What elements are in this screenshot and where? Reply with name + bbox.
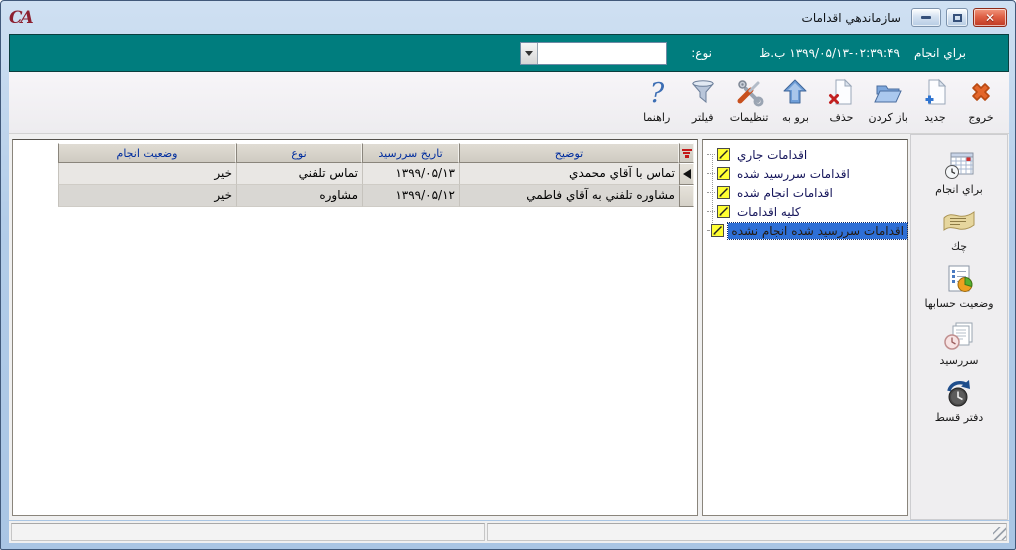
table-row[interactable]: تماس با آقاي محمدي ۱۳۹۹/۰۵/۱۳ تماس تلفني… xyxy=(58,163,694,185)
header-datetime: ۱۳۹۹/۰۵/۱۳-۰۲:۳۹:۴۹ ب.ظ xyxy=(759,46,900,60)
content-area: توضيح تاريخ سررسيد نوع وضعيت انجام تماس … xyxy=(9,134,1009,520)
column-header-type[interactable]: نوع xyxy=(236,143,362,163)
app-logo: CA xyxy=(9,8,32,28)
cell-status: خير xyxy=(58,185,236,207)
grid-filter-corner[interactable] xyxy=(679,143,694,163)
svg-text:?: ? xyxy=(649,78,664,107)
action-note-icon xyxy=(717,148,730,161)
open-icon xyxy=(872,76,904,108)
filter-icon xyxy=(687,76,719,108)
action-note-icon xyxy=(717,186,730,199)
tree-item-all-actions[interactable]: كليه اقدامات xyxy=(703,202,907,221)
action-note-icon xyxy=(711,224,724,237)
actions-tree-panel: اقدامات جاري اقدامات سررسيد شده اقدامات … xyxy=(702,139,908,516)
help-icon: ? xyxy=(641,76,673,108)
sidebar-item-accounts-status[interactable]: وضعيت حسابها xyxy=(924,264,993,310)
new-button[interactable]: جديد xyxy=(913,75,957,131)
toolbar: خروج جديد باز كردن حذف برو به xyxy=(9,72,1009,134)
grid-header: توضيح تاريخ سررسيد نوع وضعيت انجام xyxy=(58,143,694,163)
tree-connector xyxy=(707,173,715,174)
actions-grid-panel: توضيح تاريخ سررسيد نوع وضعيت انجام تماس … xyxy=(12,139,698,516)
app-window: CA سازماندهي اقدامات ✕ براي انجام ۱۳۹۹/۰… xyxy=(0,0,1016,550)
resize-grip[interactable] xyxy=(993,527,1006,540)
goto-button[interactable]: برو به xyxy=(773,75,817,131)
tree-item-done-actions[interactable]: اقدامات انجام شده xyxy=(703,183,907,202)
maximize-icon xyxy=(953,14,962,22)
header-context-label: براي انجام xyxy=(914,46,966,60)
goto-icon xyxy=(779,76,811,108)
minimize-button[interactable] xyxy=(911,8,941,27)
type-label: نوع: xyxy=(691,46,712,60)
type-combobox[interactable] xyxy=(520,42,667,65)
tree-item-due-actions[interactable]: اقدامات سررسيد شده xyxy=(703,164,907,183)
minimize-icon xyxy=(921,16,931,19)
close-icon: ✕ xyxy=(985,11,995,25)
open-button[interactable]: باز كردن xyxy=(865,75,911,131)
accounts-status-icon xyxy=(942,264,976,294)
status-bar xyxy=(9,521,1009,543)
type-combobox-value[interactable] xyxy=(538,43,666,64)
cell-due-date: ۱۳۹۹/۰۵/۱۳ xyxy=(362,163,459,185)
sidebar-item-cheque[interactable]: چك xyxy=(942,207,976,253)
shortcut-sidebar: براي انجام چك وضعيت حسابها سررسيد دفتر ق… xyxy=(910,134,1008,520)
combo-dropdown-button[interactable] xyxy=(521,43,538,64)
calendar-clock-icon xyxy=(942,150,976,180)
cell-due-date: ۱۳۹۹/۰۵/۱۲ xyxy=(362,185,459,207)
cell-type: مشاوره xyxy=(236,185,362,207)
settings-button[interactable]: تنظيمات xyxy=(727,75,772,131)
tree-connector xyxy=(707,230,709,231)
sidebar-item-installment-book[interactable]: دفتر قسط xyxy=(935,378,984,424)
cell-type: تماس تلفني xyxy=(236,163,362,185)
sidebar-item-todo[interactable]: براي انجام xyxy=(935,150,983,196)
status-panel-right xyxy=(487,523,1007,541)
header-bar: براي انجام ۱۳۹۹/۰۵/۱۳-۰۲:۳۹:۴۹ ب.ظ نوع: xyxy=(9,34,1009,72)
tree-item-current-actions[interactable]: اقدامات جاري xyxy=(703,145,907,164)
header-datetime-period: ب.ظ xyxy=(759,46,785,60)
table-row[interactable]: مشاوره تلفني به آقاي فاطمي ۱۳۹۹/۰۵/۱۲ مش… xyxy=(58,185,694,207)
close-button[interactable]: ✕ xyxy=(973,8,1007,27)
installment-clock-icon xyxy=(942,378,976,408)
due-clock-icon xyxy=(942,321,976,351)
cell-status: خير xyxy=(58,163,236,185)
window-title: سازماندهي اقدامات xyxy=(802,11,901,25)
settings-icon xyxy=(733,76,765,108)
column-header-due-date[interactable]: تاريخ سررسيد xyxy=(362,143,459,163)
maximize-button[interactable] xyxy=(946,8,968,27)
grid-filter-icon xyxy=(682,149,692,158)
status-panel-left xyxy=(11,523,485,541)
cheque-icon xyxy=(942,207,976,237)
cell-description: تماس با آقاي محمدي xyxy=(459,163,679,185)
exit-button[interactable]: خروج xyxy=(959,75,1003,131)
delete-button[interactable]: حذف xyxy=(819,75,863,131)
header-datetime-digits: ۱۳۹۹/۰۵/۱۳-۰۲:۳۹:۴۹ xyxy=(789,46,900,60)
action-note-icon xyxy=(717,167,730,180)
help-button[interactable]: ? راهنما xyxy=(635,75,679,131)
delete-icon xyxy=(825,76,857,108)
filter-button[interactable]: فيلتر xyxy=(681,75,725,131)
column-header-status[interactable]: وضعيت انجام xyxy=(58,143,236,163)
cell-description: مشاوره تلفني به آقاي فاطمي xyxy=(459,185,679,207)
tree-connector xyxy=(707,211,715,212)
new-icon xyxy=(919,76,951,108)
action-note-icon xyxy=(717,205,730,218)
tree-connector xyxy=(707,154,715,155)
tree-item-due-not-done-actions[interactable]: اقدامات سررسيد شده انجام نشده xyxy=(703,221,907,240)
exit-icon xyxy=(965,76,997,108)
titlebar: CA سازماندهي اقدامات ✕ xyxy=(1,1,1015,34)
column-header-description[interactable]: توضيح xyxy=(459,143,679,163)
row-indicator[interactable] xyxy=(679,185,694,207)
chevron-down-icon xyxy=(525,51,533,56)
sidebar-item-due[interactable]: سررسيد xyxy=(940,321,979,367)
row-indicator[interactable] xyxy=(679,163,694,185)
tree-connector xyxy=(707,192,715,193)
current-row-arrow-icon xyxy=(683,169,691,179)
